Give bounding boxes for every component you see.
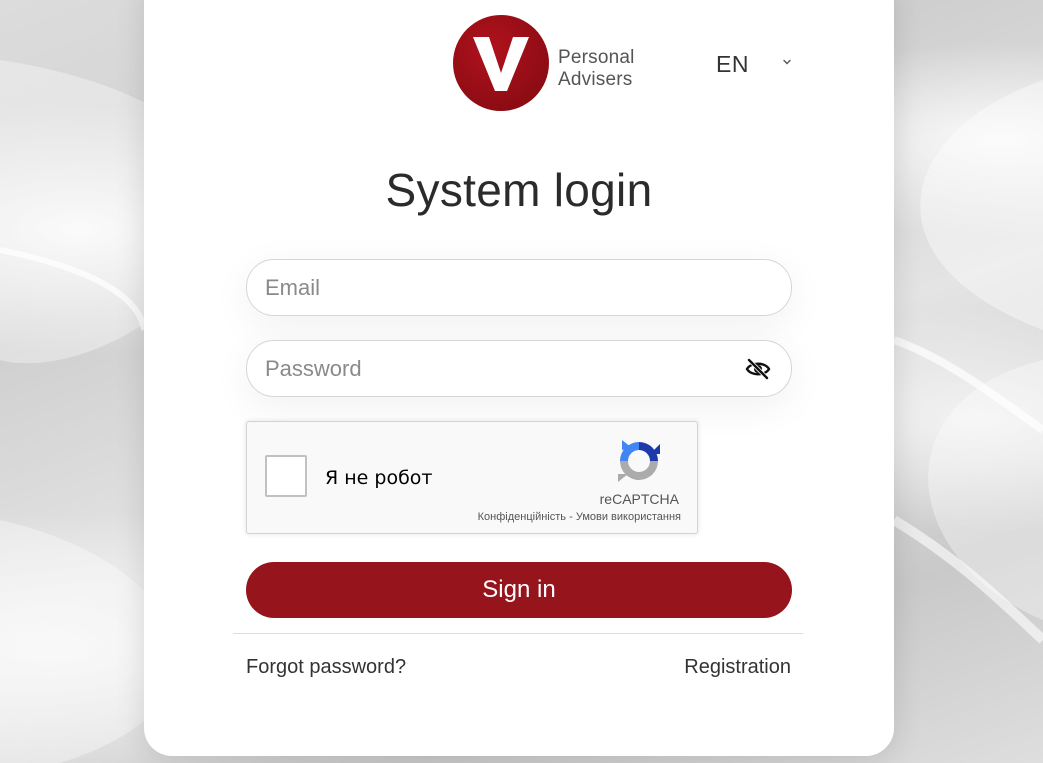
page-title: System login	[385, 164, 653, 216]
brand-name: Personal Advisers	[558, 47, 635, 91]
recaptcha-links-separator: -	[569, 511, 573, 523]
divider	[233, 633, 803, 634]
brand-name-line1: Personal	[558, 47, 635, 68]
eye-slash-icon[interactable]	[745, 357, 771, 381]
recaptcha-links: Конфіденційність - Умови використання	[478, 511, 681, 523]
brand-logo	[453, 15, 549, 111]
language-label: EN	[716, 51, 749, 77]
recaptcha-terms-link[interactable]: Умови використання	[576, 511, 681, 523]
recaptcha-logo-icon	[618, 440, 660, 482]
recaptcha-privacy-link[interactable]: Конфіденційність	[478, 511, 566, 523]
chevron-down-icon	[783, 59, 791, 65]
recaptcha-checkbox-label: Я не робот	[325, 467, 433, 489]
language-selector[interactable]: EN	[716, 50, 800, 78]
v-letter-icon	[473, 37, 529, 91]
password-field-wrapper	[246, 340, 792, 397]
recaptcha-checkbox[interactable]	[265, 455, 307, 497]
forgot-password-link[interactable]: Forgot password?	[246, 656, 406, 679]
recaptcha-widget: Я не робот reCAPTCHA Конфіденційність - …	[246, 421, 698, 534]
brand-name-line2: Advisers	[558, 69, 633, 90]
email-input[interactable]	[265, 260, 735, 315]
registration-link[interactable]: Registration	[684, 656, 791, 679]
password-input[interactable]	[265, 341, 735, 396]
sign-in-button[interactable]: Sign in	[246, 562, 792, 618]
recaptcha-brand: reCAPTCHA	[599, 491, 679, 507]
email-field-wrapper	[246, 259, 792, 316]
